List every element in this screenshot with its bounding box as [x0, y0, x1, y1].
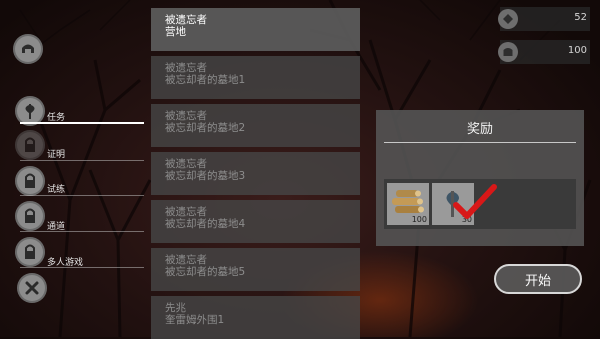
mission-item[interactable]: 被遗忘者 被忘却者的墓地4	[151, 200, 360, 243]
reward-slot-wood[interactable]: 100	[387, 183, 429, 225]
reward-panel: 奖励 100 30	[376, 110, 584, 246]
gem-counter: 52	[498, 7, 590, 31]
mission-item[interactable]: 被遗忘者 被忘却者的墓地2	[151, 104, 360, 147]
active-underline	[20, 122, 144, 124]
mission-item[interactable]: 被遗忘者 被忘却者的墓地5	[151, 248, 360, 291]
lock-icon	[15, 201, 45, 231]
close-button[interactable]	[17, 273, 47, 303]
checkmark-icon	[453, 184, 497, 219]
sidebar-item-label: 证明	[47, 150, 66, 160]
divider	[20, 195, 144, 196]
close-icon	[25, 281, 39, 295]
chest-counter: 100	[498, 40, 590, 64]
divider	[20, 231, 144, 232]
helmet-icon	[22, 44, 34, 53]
start-button[interactable]: 开始	[494, 264, 582, 294]
reward-items: 100 30	[384, 179, 576, 229]
gem-icon	[498, 9, 518, 29]
gem-count: 52	[574, 12, 587, 23]
lock-icon	[15, 166, 45, 196]
mission-item[interactable]: 被遗忘者 被忘却者的墓地3	[151, 152, 360, 195]
divider	[384, 142, 576, 143]
helmet-avatar-button[interactable]	[13, 34, 43, 64]
reward-qty: 100	[411, 215, 427, 224]
mission-item[interactable]: 被遗忘者 营地	[151, 8, 360, 51]
mission-item[interactable]: 被遗忘者 被忘却者的墓地1	[151, 56, 360, 99]
mission-item[interactable]: 先兆 奎雷姆外围1	[151, 296, 360, 339]
chest-count: 100	[567, 45, 587, 56]
reward-title: 奖励	[466, 122, 493, 137]
divider	[20, 160, 144, 161]
divider	[20, 267, 144, 268]
lock-icon	[15, 237, 45, 267]
lock-icon	[15, 130, 45, 160]
chest-icon	[498, 42, 518, 62]
sidebar-item-label: 试练	[47, 185, 66, 195]
